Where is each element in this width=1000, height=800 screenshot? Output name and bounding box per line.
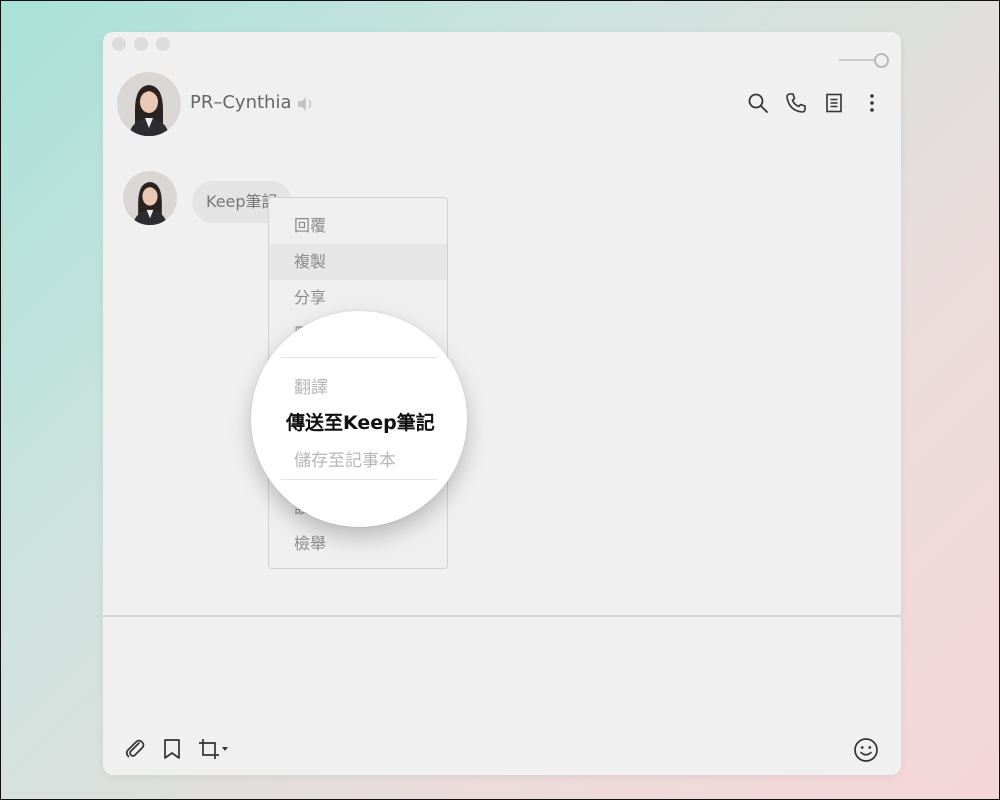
paperclip-icon[interactable]: [123, 737, 147, 761]
bookmark-icon[interactable]: [161, 737, 183, 761]
zoom-item-send-to-keep[interactable]: 傳送至Keep筆記: [286, 408, 435, 435]
search-icon[interactable]: [747, 92, 769, 114]
chevron-down-icon: [222, 747, 228, 751]
more-vertical-icon[interactable]: [861, 92, 883, 114]
chat-name: PR–Cynthia: [190, 92, 292, 113]
avatar[interactable]: [117, 72, 181, 136]
chat-window: PR–Cynthia Keep筆記 回覆 複製 分享 檢舉: [103, 32, 901, 775]
speaker-icon: [296, 96, 314, 112]
pin-toggle[interactable]: [839, 52, 889, 68]
window-controls: [112, 37, 170, 51]
notes-icon[interactable]: [823, 92, 845, 114]
composer-toolbar: [123, 737, 229, 761]
zoom-item-save-to-notes: 儲存至記事本: [294, 451, 396, 471]
zoom-item-translate: 翻譯: [294, 378, 328, 398]
minimize-window-button[interactable]: [134, 37, 148, 51]
sender-avatar[interactable]: [123, 171, 177, 225]
phone-icon[interactable]: [785, 92, 807, 114]
composer-divider: [103, 615, 901, 617]
menu-item-copy[interactable]: 複製: [269, 244, 447, 280]
crop-icon[interactable]: [197, 737, 229, 761]
menu-item-reply[interactable]: 回覆: [269, 208, 447, 244]
close-window-button[interactable]: [112, 37, 126, 51]
emoji-icon[interactable]: [853, 737, 879, 763]
menu-item-report[interactable]: 檢舉: [269, 526, 447, 562]
maximize-window-button[interactable]: [156, 37, 170, 51]
header-actions: [747, 92, 883, 114]
magnifier-callout: 翻譯 傳送至Keep筆記 儲存至記事本: [251, 311, 467, 527]
